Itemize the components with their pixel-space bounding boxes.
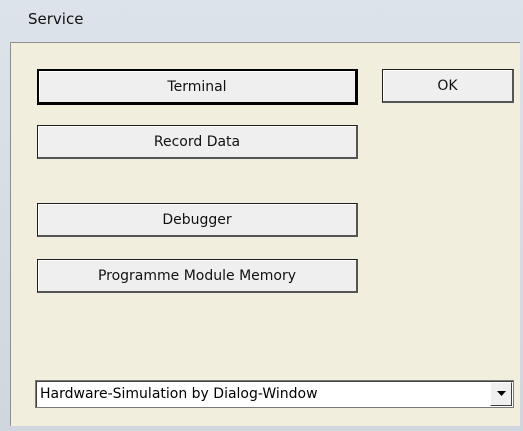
record-data-button[interactable]: Record Data [37,125,358,159]
simulation-mode-select[interactable]: Hardware-Simulation by Dialog-Window [35,380,514,408]
window-title: Service [28,10,84,28]
service-dialog-window: Service Terminal OK Record Data Debugger… [0,0,523,431]
programme-module-memory-button[interactable]: Programme Module Memory [37,259,358,293]
dropdown-toggle-button[interactable] [490,382,512,406]
dialog-client-area: Terminal OK Record Data Debugger Program… [10,42,520,426]
chevron-down-icon [496,391,506,396]
terminal-button[interactable]: Terminal [37,69,358,105]
debugger-button[interactable]: Debugger [37,203,358,237]
ok-button[interactable]: OK [382,69,514,103]
simulation-mode-value: Hardware-Simulation by Dialog-Window [40,386,318,402]
